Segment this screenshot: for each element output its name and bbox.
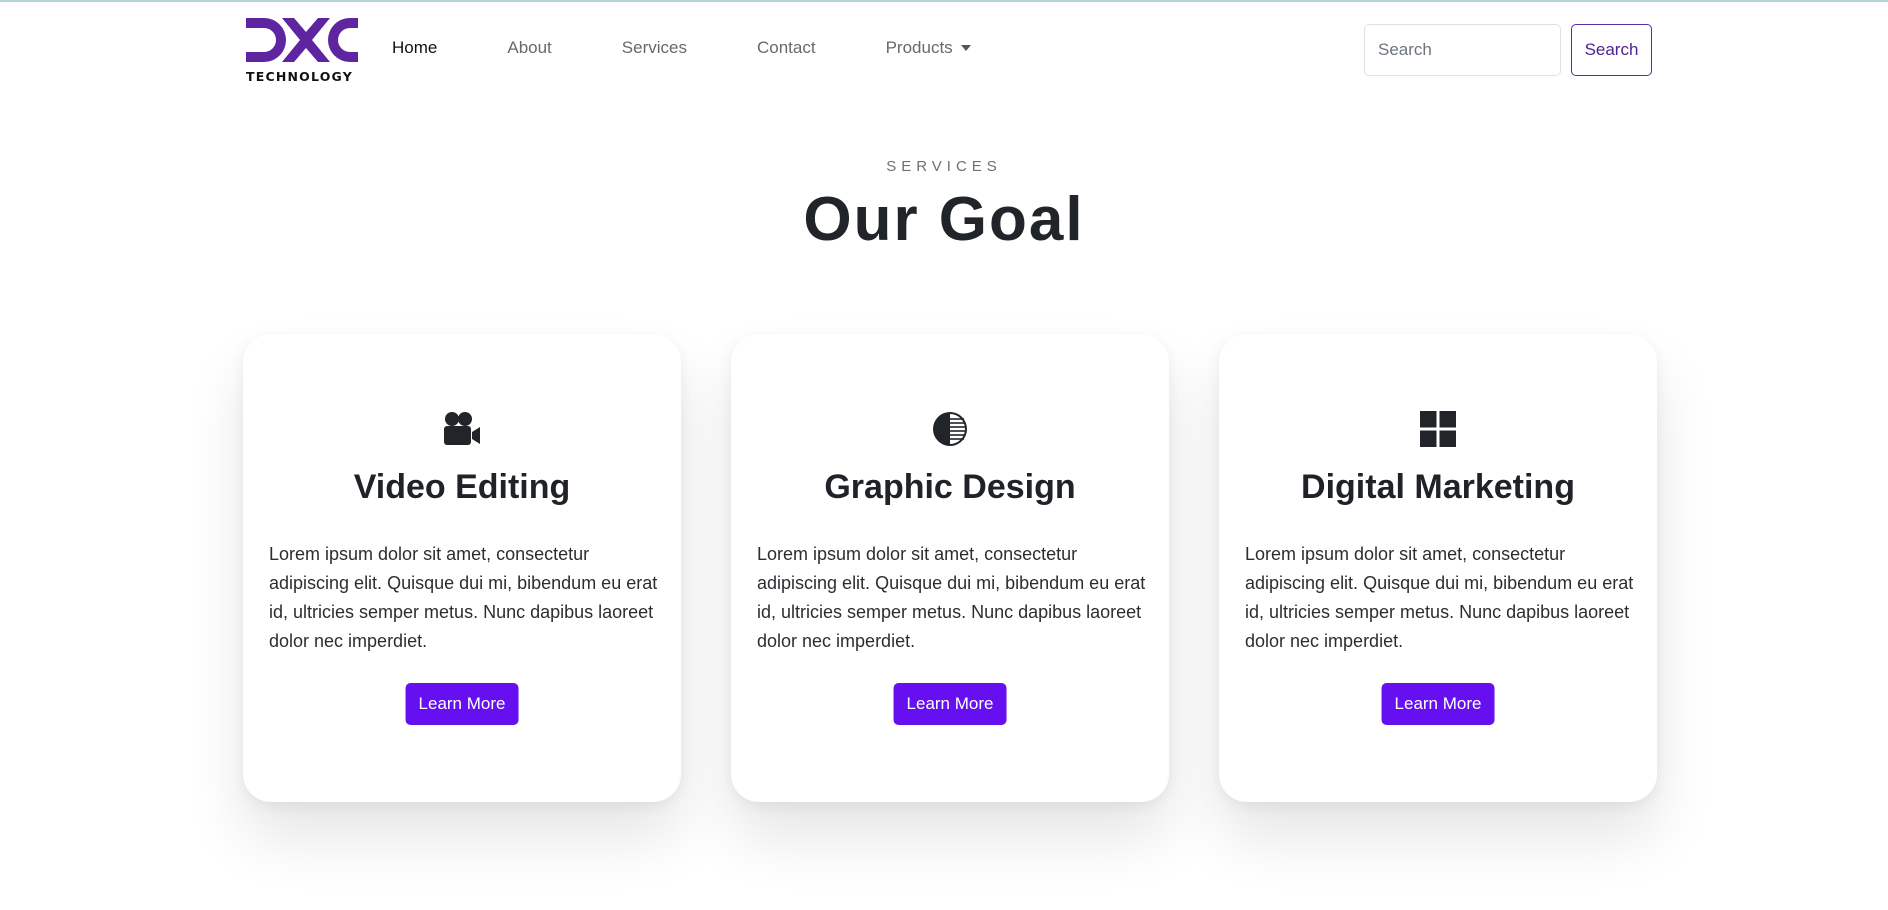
nav-contact[interactable]: Contact (757, 38, 816, 58)
nav-about[interactable]: About (507, 38, 551, 58)
card-title: Graphic Design (824, 468, 1076, 506)
navbar: TECHNOLOGY Home About Services Contact P… (0, 2, 1888, 94)
card-text: Lorem ipsum dolor sit amet, consectetur … (757, 544, 1146, 651)
service-card-digital-marketing: Digital Marketing Lorem ipsum dolor sit … (1219, 334, 1657, 802)
search-input[interactable] (1364, 24, 1561, 76)
card-text: Lorem ipsum dolor sit amet, consectetur … (269, 544, 658, 651)
learn-more-button[interactable]: Learn More (1381, 683, 1495, 725)
brand-tagline: TECHNOLOGY (246, 69, 353, 84)
nav-services[interactable]: Services (622, 38, 687, 58)
search-button[interactable]: Search (1571, 24, 1652, 76)
section-eyebrow: SERVICES (886, 158, 1002, 175)
card-title: Digital Marketing (1301, 468, 1575, 506)
nav-menu: Home About Services Contact Products (392, 38, 1041, 58)
learn-more-button[interactable]: Learn More (405, 683, 519, 725)
service-card-video-editing: Video Editing Lorem ipsum dolor sit amet… (243, 334, 681, 802)
video-camera-icon (444, 412, 480, 445)
card-text: Lorem ipsum dolor sit amet, consectetur … (1245, 544, 1634, 651)
service-card-graphic-design: Graphic Design Lorem ipsum dolor sit ame… (731, 334, 1169, 802)
nav-products-dropdown[interactable]: Products (886, 38, 971, 58)
half-circle-icon (933, 412, 967, 446)
brand-logo[interactable]: TECHNOLOGY (246, 18, 358, 84)
dxc-logo-icon (246, 18, 358, 62)
card-title: Video Editing (353, 468, 571, 506)
learn-more-button[interactable]: Learn More (893, 683, 1007, 725)
caret-down-icon (960, 45, 971, 51)
section-title: Our Goal (803, 185, 1085, 254)
grid-icon (1420, 411, 1456, 447)
nav-home[interactable]: Home (392, 38, 437, 58)
nav-products-label: Products (885, 38, 953, 57)
